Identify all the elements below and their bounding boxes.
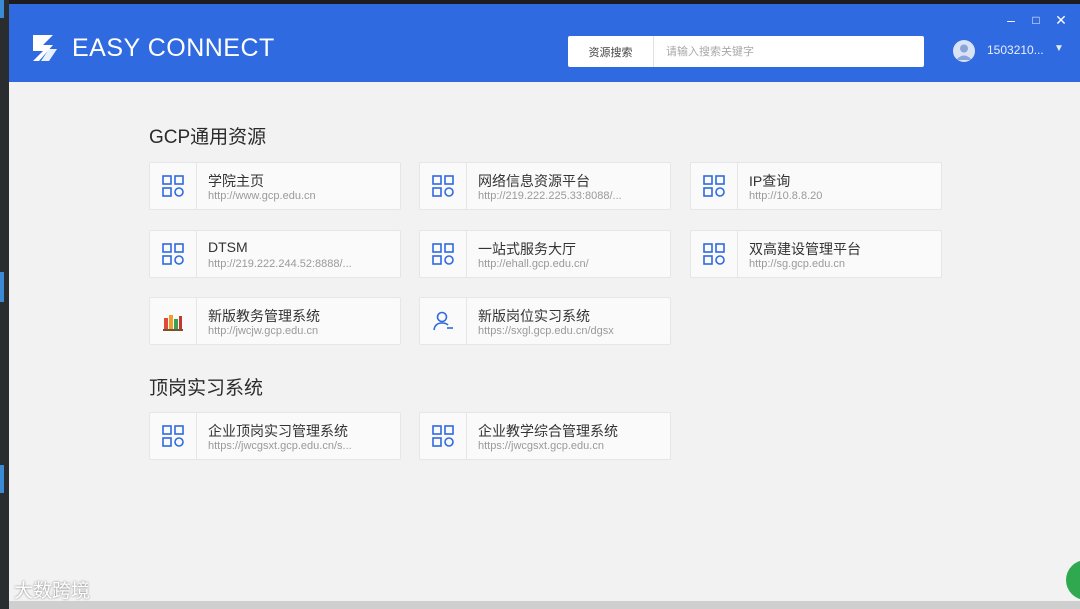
section-title-internship-systems: 顶岗实习系统 (149, 378, 264, 399)
grid-app-icon (432, 175, 454, 197)
resource-name: 学院主页 (208, 173, 264, 189)
grid-app-icon (432, 425, 454, 447)
resource-name: 企业顶岗实习管理系统 (208, 423, 348, 439)
resource-url: http://jwcjw.gcp.edu.cn (208, 325, 319, 337)
grid-app-icon (162, 243, 184, 265)
app-header: EASY CONNECT 资源搜索 1503210... ▼ – □ ✕ (9, 4, 1080, 82)
maximize-button[interactable]: □ (1028, 12, 1044, 28)
resource-card[interactable]: 网络信息资源平台 http://219.222.225.33:8088/... (419, 162, 671, 210)
resource-url: http://www.gcp.edu.cn (208, 190, 316, 202)
resource-card[interactable]: 新版教务管理系统 http://jwcjw.gcp.edu.cn (149, 297, 401, 345)
watermark-text: 大数跨境 (14, 581, 91, 602)
easyconnect-window: EASY CONNECT 资源搜索 1503210... ▼ – □ ✕ GCP… (9, 4, 1080, 601)
grid-app-icon (703, 175, 725, 197)
resource-card[interactable]: DTSM http://219.222.244.52:8888/... (149, 230, 401, 278)
resource-name: 一站式服务大厅 (478, 241, 576, 257)
resource-card[interactable]: 企业教学综合管理系统 https://jwcgsxt.gcp.edu.cn (419, 412, 671, 460)
resource-card[interactable]: 新版岗位实习系统 https://sxgl.gcp.edu.cn/dgsx (419, 297, 671, 345)
resource-name: 双高建设管理平台 (749, 241, 861, 257)
minimize-button[interactable]: – (1003, 12, 1019, 28)
taskbar-edge (9, 601, 1080, 609)
app-title: EASY CONNECT (72, 34, 275, 62)
search-type-selector[interactable]: 资源搜索 (568, 36, 654, 67)
section-title-gcp-resources: GCP通用资源 (149, 127, 267, 148)
resource-card[interactable]: 一站式服务大厅 http://ehall.gcp.edu.cn/ (419, 230, 671, 278)
grid-app-icon (432, 243, 454, 265)
resource-url: http://219.222.225.33:8088/... (478, 190, 622, 202)
close-button[interactable]: ✕ (1053, 12, 1069, 28)
resource-url: https://jwcgsxt.gcp.edu.cn/s... (208, 440, 352, 452)
chevron-down-icon[interactable]: ▼ (1054, 43, 1064, 54)
resource-url: https://sxgl.gcp.edu.cn/dgsx (478, 325, 614, 337)
resource-url: http://sg.gcp.edu.cn (749, 258, 846, 270)
resource-card[interactable]: 双高建设管理平台 http://sg.gcp.edu.cn (690, 230, 942, 278)
resource-url: http://10.8.8.20 (749, 190, 823, 202)
user-name[interactable]: 1503210... (987, 43, 1044, 57)
resource-card[interactable]: 企业顶岗实习管理系统 https://jwcgsxt.gcp.edu.cn/s.… (149, 412, 401, 460)
resource-name: DTSM (208, 239, 248, 255)
resource-card[interactable]: IP查询 http://10.8.8.20 (690, 162, 942, 210)
user-avatar-icon[interactable] (953, 40, 975, 62)
grid-app-icon (162, 425, 184, 447)
resource-card[interactable]: 学院主页 http://www.gcp.edu.cn (149, 162, 401, 210)
books-icon (163, 315, 183, 331)
resource-name: 网络信息资源平台 (478, 173, 590, 189)
resource-name: 新版岗位实习系统 (478, 308, 590, 324)
resource-search-box: 资源搜索 (568, 36, 924, 67)
easyconnect-logo-icon (33, 35, 57, 61)
person-icon (433, 311, 453, 331)
grid-app-icon (703, 243, 725, 265)
resource-name: 企业教学综合管理系统 (478, 423, 618, 439)
search-input[interactable] (654, 36, 924, 67)
resource-url: https://jwcgsxt.gcp.edu.cn (478, 440, 604, 452)
resource-name: IP查询 (749, 173, 791, 189)
resource-url: http://219.222.244.52:8888/... (208, 258, 352, 270)
desktop-edge (0, 0, 9, 609)
resource-name: 新版教务管理系统 (208, 308, 320, 324)
grid-app-icon (162, 175, 184, 197)
resource-url: http://ehall.gcp.edu.cn/ (478, 258, 589, 270)
